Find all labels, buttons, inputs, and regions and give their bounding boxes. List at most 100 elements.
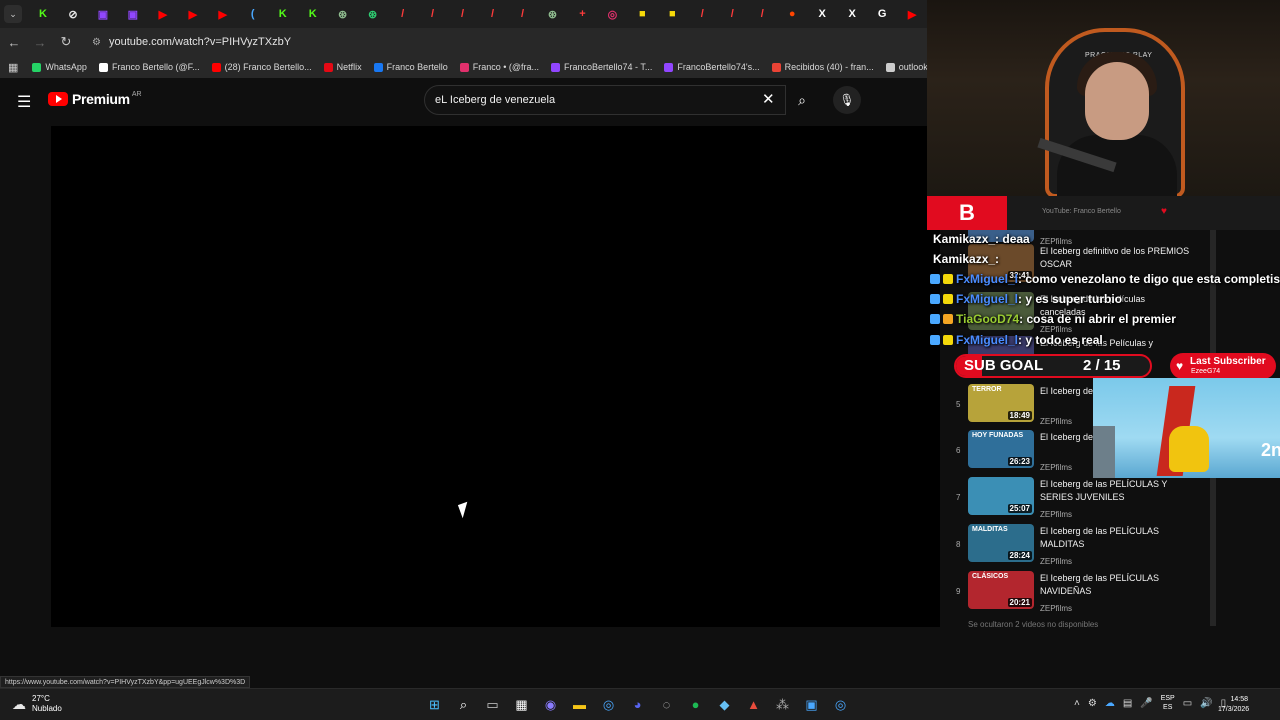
tab-search-icon[interactable]: ⌄ <box>4 5 22 23</box>
network-icon[interactable]: ▭ <box>1183 698 1192 709</box>
browser-tab[interactable]: K <box>298 3 328 25</box>
voice-search-button[interactable]: 🎙 <box>833 86 861 114</box>
video-title[interactable]: El Iceberg de las PELÍCULAS Y SERIES JUV… <box>1040 478 1190 504</box>
video-player[interactable] <box>51 126 940 627</box>
browser-tab[interactable]: / <box>388 3 418 25</box>
tray-app-icon[interactable]: ⚙ <box>1088 698 1097 709</box>
video-thumbnail[interactable]: CLÁSICOS 20:21 <box>968 571 1034 609</box>
chat-username[interactable]: TiaGooD74 <box>956 312 1019 326</box>
app-triangle-icon[interactable]: ▲ <box>743 694 764 715</box>
recommended-video[interactable]: 9 CLÁSICOS 20:21 El Iceberg de las PELÍCULA… <box>952 571 1218 617</box>
store-icon[interactable]: ▦ <box>511 694 532 715</box>
channel-name[interactable]: ZEPfilms <box>1040 510 1072 519</box>
browser-tab[interactable]: ⊛ <box>537 3 567 25</box>
bookmark-item[interactable]: Franco Bertello (@F... <box>98 62 200 72</box>
search-input[interactable]: eL Iceberg de venezuela <box>424 85 786 115</box>
chat-username[interactable]: Kamikazx_ <box>933 252 995 266</box>
apps-grid-icon[interactable]: ▦ <box>8 61 18 74</box>
site-info-icon[interactable]: ⚙ <box>92 37 101 48</box>
browser-tab[interactable]: / <box>747 3 777 25</box>
back-icon[interactable]: ← <box>2 30 26 54</box>
microphone-icon[interactable]: 🎤 <box>1140 698 1152 709</box>
browser-tab[interactable]: + <box>567 3 597 25</box>
weather-widget[interactable]: ☁ 27°C Nublado <box>12 694 62 714</box>
bookmark-item[interactable]: (28) Franco Bertello... <box>211 62 312 72</box>
bookmark-item[interactable]: Franco • (@fra... <box>459 62 539 72</box>
chrome-icon[interactable]: ◎ <box>598 694 619 715</box>
browser-tab[interactable]: ▶ <box>148 3 178 25</box>
forward-icon[interactable]: → <box>28 30 52 54</box>
bookmark-item[interactable]: Franco Bertello <box>373 62 448 72</box>
browser-tab[interactable]: / <box>507 3 537 25</box>
browser-tab[interactable]: ● <box>777 3 807 25</box>
browser-tab[interactable]: ▶ <box>208 3 238 25</box>
bookmark-item[interactable]: WhatsApp <box>32 62 87 72</box>
chat-username[interactable]: FxMiguel_l <box>956 272 1018 286</box>
browser-tab[interactable]: ■ <box>657 3 687 25</box>
browser-tab[interactable]: X <box>837 3 867 25</box>
start-icon[interactable]: ⊞ <box>424 694 445 715</box>
chat-username[interactable]: FxMiguel_l <box>956 333 1018 347</box>
chat-username[interactable]: FxMiguel_l <box>956 292 1018 306</box>
language-indicator[interactable]: ESP ES <box>1161 694 1175 712</box>
channel-name[interactable]: ZEPfilms <box>1040 417 1072 426</box>
clear-search-icon[interactable]: ✕ <box>762 90 775 108</box>
steam-icon[interactable]: ◆ <box>714 694 735 715</box>
channel-name[interactable]: ZEPfilms <box>1040 557 1072 566</box>
browser-tab[interactable]: ▶ <box>178 3 208 25</box>
video-thumbnail[interactable]: TERROR 18:49 <box>968 384 1034 422</box>
address-bar[interactable]: ⚙ youtube.com/watch?v=PIHVyzTXzbY <box>92 36 291 48</box>
app-circle-icon[interactable]: ◉ <box>540 694 561 715</box>
browser-tab[interactable]: / <box>478 3 508 25</box>
system-clock[interactable]: 14:58 17/3/2026 <box>1218 695 1249 715</box>
channel-name[interactable]: ZEPfilms <box>1040 604 1072 613</box>
channel-name[interactable]: ZEPfilms <box>1040 463 1072 472</box>
bookmark-item[interactable]: FrancoBertello74's... <box>664 62 760 72</box>
youtube-logo[interactable]: Premium AR <box>48 91 142 107</box>
reload-icon[interactable]: ↻ <box>54 30 78 54</box>
browser-tab[interactable]: ▣ <box>118 3 148 25</box>
browser-tab[interactable]: ⊛ <box>328 3 358 25</box>
menu-icon[interactable]: ☰ <box>17 92 31 112</box>
bookmark-item[interactable]: Netflix <box>323 62 362 72</box>
chevron-up-icon[interactable]: ˄ <box>1074 698 1080 709</box>
browser-tab[interactable]: ◎ <box>597 3 627 25</box>
tray-app2-icon[interactable]: ▤ <box>1123 698 1132 709</box>
task-view-icon[interactable]: ▭ <box>482 694 503 715</box>
bookmark-item[interactable]: outlook <box>885 62 927 72</box>
browser-tab[interactable]: X <box>807 3 837 25</box>
browser-tab[interactable]: K <box>28 3 58 25</box>
video-title[interactable]: El Iceberg definitivo de los PREMIOS OSC… <box>1040 245 1190 271</box>
video-thumbnail[interactable]: 25:07 <box>968 477 1034 515</box>
tray-cloud-icon[interactable]: ☁ <box>1105 698 1115 709</box>
app-grid-icon[interactable]: ⁂ <box>772 694 793 715</box>
browser-tab[interactable]: ( <box>238 3 268 25</box>
spotify-icon[interactable]: ● <box>685 694 706 715</box>
browser-tab[interactable]: ▣ <box>88 3 118 25</box>
browser-tab[interactable]: K <box>268 3 298 25</box>
search-icon[interactable]: ⌕ <box>453 694 474 715</box>
folder-icon[interactable]: ▬ <box>569 694 590 715</box>
recommended-video[interactable]: 8 MALDITAS 28:24 El Iceberg de las PELÍCULA… <box>952 524 1218 570</box>
browser-tab[interactable]: ⊛ <box>358 3 388 25</box>
video-title[interactable]: El Iceberg de las PELÍCULAS NAVIDEÑAS <box>1040 572 1190 598</box>
browser-tab[interactable]: G <box>867 3 897 25</box>
browser-tab[interactable]: / <box>418 3 448 25</box>
obs-icon[interactable]: ◌ <box>656 694 677 715</box>
browser-tab[interactable]: ■ <box>627 3 657 25</box>
bookmark-item[interactable]: FrancoBertello74 - T... <box>551 62 652 72</box>
chrome2-icon[interactable]: ◎ <box>830 694 851 715</box>
browser-tab[interactable]: / <box>448 3 478 25</box>
recommended-video[interactable]: 7 25:07 El Iceberg de las PELÍCULAS Y SERI… <box>952 477 1218 523</box>
video-thumbnail[interactable]: MALDITAS 28:24 <box>968 524 1034 562</box>
video-thumbnail[interactable]: HOY FUNADAS 26:23 <box>968 430 1034 468</box>
browser-tab[interactable]: ▶ <box>897 3 927 25</box>
chat-username[interactable]: Kamikazx_ <box>933 232 995 246</box>
video-title[interactable]: El Iceberg de las PELÍCULAS MALDITAS <box>1040 525 1190 551</box>
search-button[interactable]: ⌕ <box>786 85 818 115</box>
browser-tab[interactable]: / <box>687 3 717 25</box>
bookmark-item[interactable]: Recibidos (40) - fran... <box>771 62 874 72</box>
discord-icon[interactable]: ◕ <box>627 694 648 715</box>
monitor-icon[interactable]: ▣ <box>801 694 822 715</box>
browser-tab[interactable]: ⊘ <box>58 3 88 25</box>
